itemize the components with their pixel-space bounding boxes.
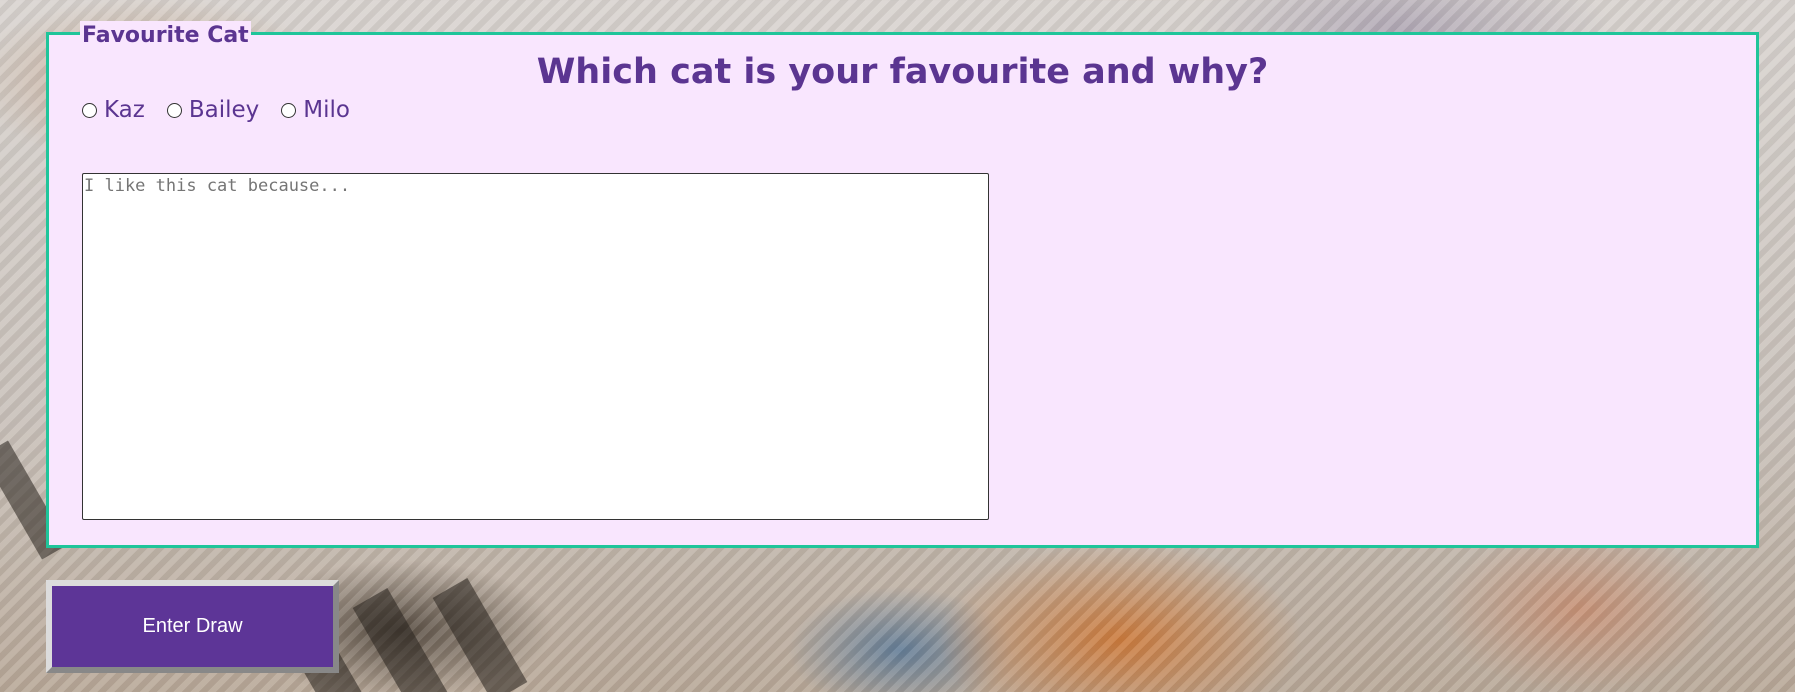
background-blanket-stripe <box>432 578 528 692</box>
favourite-cat-fieldset: Favourite Cat Which cat is your favourit… <box>46 21 1759 548</box>
radio-option-milo[interactable]: Milo <box>281 95 350 125</box>
radio-option-bailey[interactable]: Bailey <box>166 95 260 125</box>
question-heading: Which cat is your favourite and why? <box>536 52 1269 92</box>
fieldset-legend: Favourite Cat <box>80 21 251 51</box>
radio-option-kaz[interactable]: Kaz <box>82 95 145 125</box>
enter-draw-button[interactable]: Enter Draw <box>46 580 339 673</box>
radio-label-milo: Milo <box>303 97 350 123</box>
radio-label-kaz: Kaz <box>104 97 145 123</box>
background-blanket-stripe <box>352 588 448 692</box>
radio-label-bailey: Bailey <box>188 97 260 123</box>
radio-button-milo[interactable] <box>281 102 297 118</box>
radio-button-kaz[interactable] <box>82 102 97 118</box>
radio-button-bailey[interactable] <box>166 102 182 118</box>
reason-textarea[interactable] <box>82 173 989 520</box>
cat-radio-group: Kaz Bailey Milo <box>82 95 372 125</box>
